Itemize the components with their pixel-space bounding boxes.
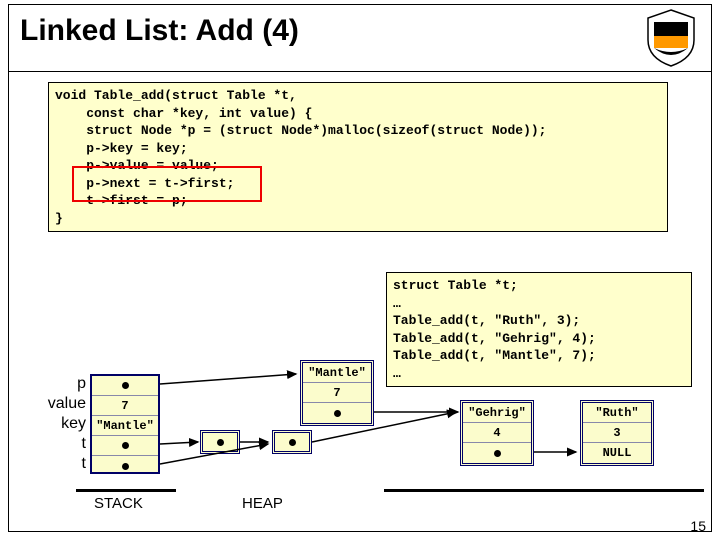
label-key: key: [40, 414, 86, 434]
pointer-dot-icon: [122, 463, 129, 470]
node-mantle: "Mantle" 7: [300, 360, 374, 426]
pointer-dot-icon: [334, 410, 341, 417]
stack-row-t: [92, 436, 158, 456]
table-struct-2: [272, 430, 312, 454]
label-value: value: [40, 394, 86, 414]
node-key: "Ruth": [583, 403, 651, 423]
memory-diagram: p value key t t 7 "Mantle" "Mantle" 7 "G…: [40, 360, 690, 510]
table-struct-1: [200, 430, 240, 454]
node-value: 3: [583, 423, 651, 443]
pointer-dot-icon: [217, 439, 224, 446]
stack-row-key: "Mantle": [92, 416, 158, 436]
node-next: [303, 403, 371, 423]
stack-row-value: 7: [92, 396, 158, 416]
heap-ground-icon: [384, 489, 704, 492]
stack-frame: 7 "Mantle": [90, 374, 160, 474]
pointer-dot-icon: [122, 382, 129, 389]
node-ruth: "Ruth" 3 NULL: [580, 400, 654, 466]
label-t2: t: [40, 454, 86, 474]
node-gehrig: "Gehrig" 4: [460, 400, 534, 466]
pointer-dot-icon: [122, 442, 129, 449]
pointer-dot-icon: [494, 450, 501, 457]
node-next: [463, 443, 531, 463]
node-key: "Gehrig": [463, 403, 531, 423]
heap-label: HEAP: [242, 495, 283, 512]
node-value: 4: [463, 423, 531, 443]
label-p: p: [40, 374, 86, 394]
stack-var-labels: p value key t t: [40, 374, 86, 474]
stack-ground-icon: [76, 489, 176, 492]
node-key: "Mantle": [303, 363, 371, 383]
code-highlight: [72, 166, 262, 202]
stack-label: STACK: [94, 495, 143, 512]
node-next: NULL: [583, 443, 651, 463]
stack-row-p: [92, 376, 158, 396]
node-value: 7: [303, 383, 371, 403]
page-title: Linked List: Add (4): [20, 14, 299, 48]
page-number: 15: [690, 518, 706, 534]
stack-row-t2: [92, 456, 158, 476]
code-table-add: void Table_add(struct Table *t, const ch…: [48, 82, 668, 232]
pointer-dot-icon: [289, 439, 296, 446]
label-t: t: [40, 434, 86, 454]
princeton-crest-icon: [644, 8, 698, 68]
